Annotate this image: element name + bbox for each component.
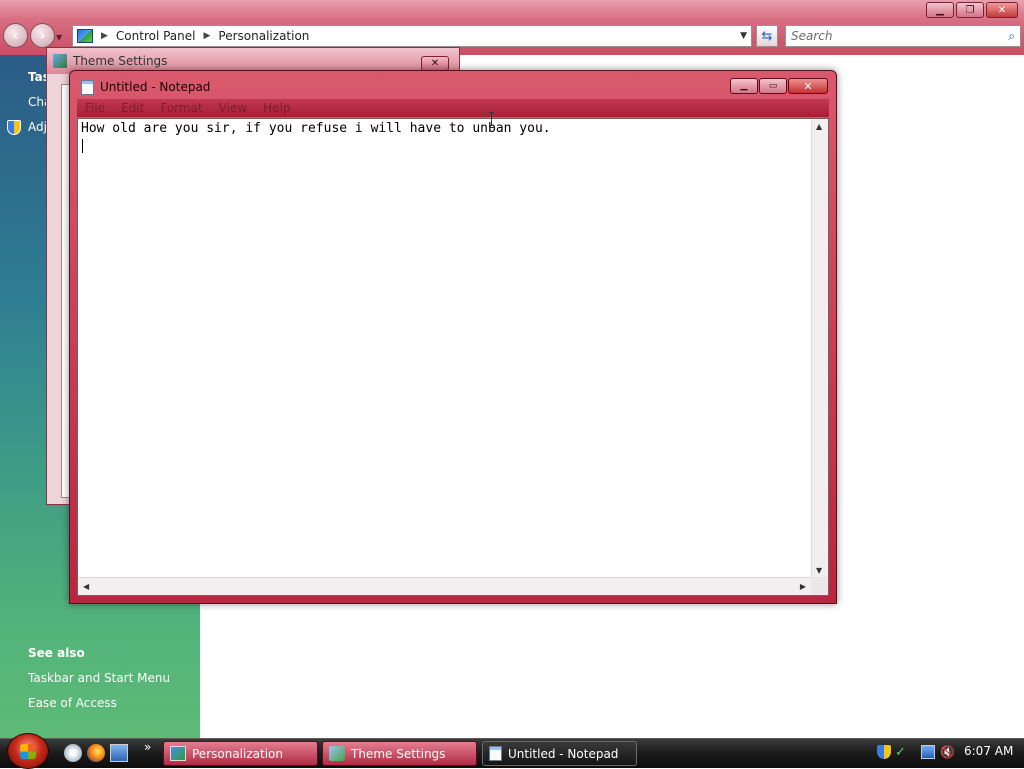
menu-format[interactable]: Format [152,101,210,115]
breadcrumb-arrow-icon[interactable]: ▶ [204,31,211,41]
address-bar[interactable]: ▶ Control Panel ▶ Personalization ▼ [72,25,752,47]
see-also-ease-of-access-link[interactable]: Ease of Access [28,696,117,710]
notepad-close-button[interactable]: ✕ [788,78,828,94]
recent-pages-chevron-icon[interactable]: ▼ [56,33,62,42]
notepad-title: Untitled - Notepad [100,80,211,94]
breadcrumb-personalization[interactable]: Personalization [218,29,309,43]
horizontal-scrollbar[interactable]: ◀ ▶ [78,577,811,595]
breadcrumb-arrow-icon[interactable]: ▶ [101,31,108,41]
control-panel-icon [77,29,93,43]
vertical-scrollbar[interactable]: ▲ ▼ [811,119,828,578]
notepad-minimize-button[interactable]: ▁ [730,78,758,94]
search-input[interactable]: Search ⌕ [785,25,1021,47]
menu-file[interactable]: File [77,101,113,115]
text-caret [82,139,83,153]
taskbar-button-label: Theme Settings [351,746,446,761]
search-icon[interactable]: ⌕ [1008,29,1015,44]
quick-launch-more-icon[interactable]: » [144,740,151,754]
theme-settings-icon [53,54,67,68]
search-placeholder: Search [791,29,833,43]
windows-logo-icon [20,744,36,759]
notepad-text-area[interactable]: How old are you sir, if you refuse i wil… [77,118,829,596]
task-link-adjust[interactable]: Adj [28,120,47,134]
taskbar-button-personalization[interactable]: Personalization [163,741,318,766]
notepad-content[interactable]: How old are you sir, if you refuse i wil… [81,121,808,137]
scroll-left-icon[interactable]: ◀ [83,582,89,591]
notepad-titlebar[interactable]: Untitled - Notepad ▁ ▭ ✕ [70,71,836,99]
theme-settings-close-button[interactable]: ✕ [421,56,449,71]
scroll-down-icon[interactable]: ▼ [816,566,822,575]
switch-windows-icon[interactable] [110,744,128,762]
menu-edit[interactable]: Edit [113,101,152,115]
clock[interactable]: 6:07 AM [964,744,1013,758]
address-dropdown-icon[interactable]: ▼ [740,31,747,41]
notepad-window[interactable]: Untitled - Notepad ▁ ▭ ✕ File Edit Forma… [69,70,837,604]
taskbar-button-theme-settings[interactable]: Theme Settings [322,741,477,766]
start-button[interactable] [7,733,49,769]
notepad-caption-buttons: ▁ ▭ ✕ [730,78,828,94]
see-also-taskbar-link[interactable]: Taskbar and Start Menu [28,671,170,685]
scroll-right-icon[interactable]: ▶ [800,582,806,591]
security-shield-icon[interactable] [877,745,891,759]
taskbar-button-label: Personalization [192,746,283,761]
size-grip[interactable] [811,577,828,595]
taskbar-button-label: Untitled - Notepad [508,746,619,761]
volume-muted-icon[interactable]: 🔇 [940,745,955,759]
network-icon[interactable] [921,745,935,759]
theme-settings-title: Theme Settings [73,54,168,68]
breadcrumb-control-panel[interactable]: Control Panel [116,29,196,43]
forward-button[interactable]: › [30,23,55,48]
close-button[interactable]: ✕ [986,2,1018,18]
notepad-maximize-button[interactable]: ▭ [759,78,787,94]
back-button[interactable]: ‹ [3,23,28,48]
menu-help[interactable]: Help [255,101,298,115]
notepad-icon [81,80,94,95]
control-panel-caption-buttons: ▁ ❐ ✕ [926,2,1018,18]
show-desktop-icon[interactable] [64,744,82,762]
menu-view[interactable]: View [211,101,255,115]
see-also-heading: See also [28,646,85,660]
theme-settings-icon [329,746,345,761]
ibeam-cursor-icon [489,112,495,128]
control-panel-icon [170,746,186,761]
security-center-check-icon[interactable]: ✓ [895,745,909,760]
notepad-menubar: File Edit Format View Help [77,99,829,117]
firefox-icon[interactable] [87,744,105,762]
uac-shield-icon [7,120,21,135]
restore-button[interactable]: ❐ [956,2,984,18]
notepad-icon [489,746,502,761]
taskbar-button-notepad[interactable]: Untitled - Notepad [482,741,637,766]
minimize-button[interactable]: ▁ [926,2,954,18]
scroll-up-icon[interactable]: ▲ [816,122,822,131]
refresh-icon[interactable]: ⇆ [756,25,778,47]
